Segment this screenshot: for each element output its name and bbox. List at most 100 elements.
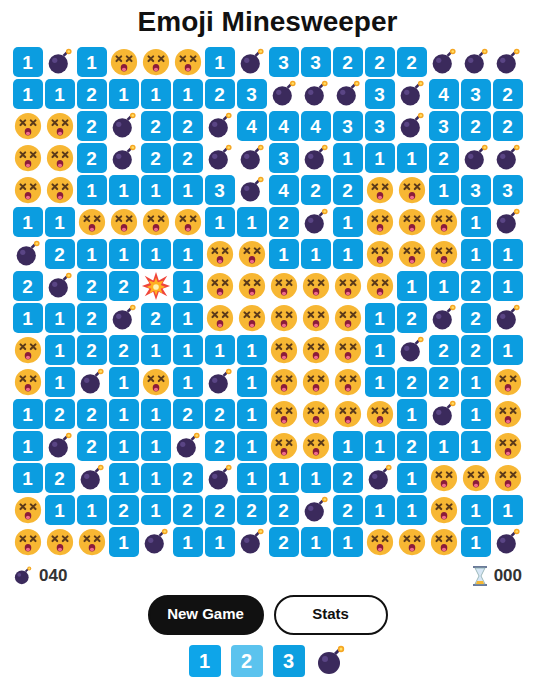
number-cell[interactable]: 1	[429, 431, 459, 461]
face-cell[interactable]	[429, 207, 459, 237]
face-cell[interactable]	[365, 207, 395, 237]
number-cell[interactable]: 3	[269, 143, 299, 173]
bomb-cell[interactable]	[205, 111, 235, 141]
face-cell[interactable]	[13, 367, 43, 397]
number-cell[interactable]: 2	[45, 463, 75, 493]
number-cell[interactable]: 3	[237, 79, 267, 109]
face-cell[interactable]	[301, 399, 331, 429]
number-cell[interactable]: 2	[77, 79, 107, 109]
number-cell[interactable]: 2	[77, 431, 107, 461]
number-cell[interactable]: 1	[397, 143, 427, 173]
number-cell[interactable]: 2	[461, 335, 491, 365]
number-cell[interactable]: 1	[461, 399, 491, 429]
face-cell[interactable]	[205, 271, 235, 301]
face-cell[interactable]	[269, 367, 299, 397]
face-cell[interactable]	[141, 47, 171, 77]
bomb-cell[interactable]	[173, 431, 203, 461]
number-cell[interactable]: 3	[269, 47, 299, 77]
face-cell[interactable]	[109, 207, 139, 237]
number-cell[interactable]: 4	[301, 111, 331, 141]
face-cell[interactable]	[365, 271, 395, 301]
face-cell[interactable]	[205, 239, 235, 269]
bomb-cell[interactable]	[429, 303, 459, 333]
number-cell[interactable]: 1	[301, 527, 331, 557]
number-cell[interactable]: 1	[45, 367, 75, 397]
face-cell[interactable]	[77, 207, 107, 237]
number-cell[interactable]: 1	[109, 79, 139, 109]
face-cell[interactable]	[13, 111, 43, 141]
face-cell[interactable]	[13, 495, 43, 525]
bomb-cell[interactable]	[237, 143, 267, 173]
bomb-cell[interactable]	[397, 111, 427, 141]
face-cell[interactable]	[333, 303, 363, 333]
number-cell[interactable]: 1	[77, 239, 107, 269]
number-cell[interactable]: 1	[173, 367, 203, 397]
number-cell[interactable]: 1	[493, 271, 523, 301]
number-cell[interactable]: 2	[269, 527, 299, 557]
number-cell[interactable]: 1	[461, 431, 491, 461]
bomb-cell[interactable]	[461, 143, 491, 173]
number-cell[interactable]: 1	[173, 175, 203, 205]
number-cell[interactable]: 2	[333, 47, 363, 77]
face-cell[interactable]	[397, 527, 427, 557]
bomb-cell[interactable]	[493, 143, 523, 173]
number-cell[interactable]: 1	[45, 495, 75, 525]
number-cell[interactable]: 2	[269, 207, 299, 237]
face-cell[interactable]	[365, 239, 395, 269]
number-cell[interactable]: 1	[333, 207, 363, 237]
number-cell[interactable]: 1	[141, 431, 171, 461]
number-cell[interactable]: 1	[365, 303, 395, 333]
face-cell[interactable]	[333, 367, 363, 397]
number-cell[interactable]: 2	[397, 367, 427, 397]
number-cell[interactable]: 1	[109, 463, 139, 493]
number-cell[interactable]: 3	[333, 111, 363, 141]
number-cell[interactable]: 1	[13, 431, 43, 461]
number-cell[interactable]: 2	[141, 303, 171, 333]
bomb-cell[interactable]	[13, 239, 43, 269]
number-cell[interactable]: 1	[301, 239, 331, 269]
number-cell[interactable]: 1	[397, 271, 427, 301]
number-cell[interactable]: 1	[173, 527, 203, 557]
number-cell[interactable]: 2	[493, 111, 523, 141]
number-cell[interactable]: 1	[141, 495, 171, 525]
number-cell[interactable]: 2	[13, 271, 43, 301]
bomb-cell[interactable]	[205, 463, 235, 493]
number-cell[interactable]: 4	[429, 79, 459, 109]
face-cell[interactable]	[397, 175, 427, 205]
number-cell[interactable]: 1	[77, 175, 107, 205]
number-cell[interactable]: 1	[237, 463, 267, 493]
number-cell[interactable]: 2	[397, 47, 427, 77]
number-cell[interactable]: 1	[13, 47, 43, 77]
number-cell[interactable]: 4	[237, 111, 267, 141]
number-cell[interactable]: 1	[461, 367, 491, 397]
number-cell[interactable]: 1	[77, 495, 107, 525]
face-cell[interactable]	[45, 143, 75, 173]
number-cell[interactable]: 1	[45, 303, 75, 333]
number-cell[interactable]: 1	[237, 207, 267, 237]
bomb-cell[interactable]	[493, 207, 523, 237]
number-cell[interactable]: 1	[333, 431, 363, 461]
face-cell[interactable]	[13, 175, 43, 205]
bomb-cell[interactable]	[493, 303, 523, 333]
bomb-cell[interactable]	[429, 399, 459, 429]
number-cell[interactable]: 1	[173, 303, 203, 333]
number-cell[interactable]: 1	[461, 207, 491, 237]
face-cell[interactable]	[397, 207, 427, 237]
face-cell[interactable]	[429, 239, 459, 269]
number-cell[interactable]: 1	[333, 527, 363, 557]
face-cell[interactable]	[461, 463, 491, 493]
number-cell[interactable]: 2	[365, 47, 395, 77]
number-cell[interactable]: 2	[397, 303, 427, 333]
number-cell[interactable]: 2	[205, 431, 235, 461]
bomb-cell[interactable]	[301, 143, 331, 173]
number-cell[interactable]: 2	[173, 495, 203, 525]
bomb-cell[interactable]	[109, 143, 139, 173]
number-cell[interactable]: 2	[173, 143, 203, 173]
number-cell[interactable]: 2	[333, 175, 363, 205]
number-cell[interactable]: 1	[397, 495, 427, 525]
face-cell[interactable]	[205, 303, 235, 333]
number-cell[interactable]: 1	[141, 175, 171, 205]
legend-tile[interactable]: 2	[231, 645, 263, 677]
number-cell[interactable]: 3	[301, 47, 331, 77]
bomb-cell[interactable]	[301, 495, 331, 525]
